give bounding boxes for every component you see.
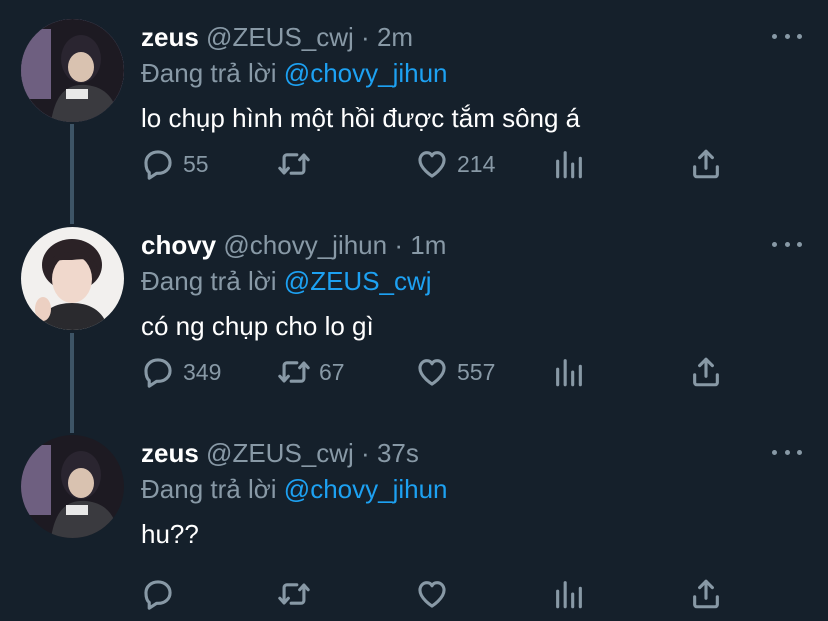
reply-prefix: Đang trả lời	[141, 474, 277, 504]
share-button[interactable]	[689, 144, 723, 184]
separator: ·	[361, 438, 370, 468]
retweet-button[interactable]	[277, 144, 319, 184]
analytics-button[interactable]	[552, 144, 586, 184]
avatar[interactable]	[21, 19, 124, 122]
share-button[interactable]	[689, 352, 723, 392]
more-options-icon[interactable]	[772, 24, 802, 48]
share-icon	[689, 355, 723, 389]
user-handle[interactable]: @ZEUS_cwj	[206, 438, 354, 468]
mention-link[interactable]: @ZEUS_cwj	[284, 266, 432, 296]
action-bar: 349 67 557	[0, 352, 828, 392]
like-icon	[415, 577, 449, 611]
retweet-button[interactable]: 67	[277, 352, 345, 392]
retweet-button[interactable]	[277, 574, 319, 614]
like-button[interactable]	[415, 574, 457, 614]
share-icon	[689, 147, 723, 181]
display-name[interactable]: zeus	[141, 438, 199, 468]
reply-icon	[141, 577, 175, 611]
reply-button[interactable]	[141, 574, 183, 614]
analytics-button[interactable]	[552, 352, 586, 392]
avatar[interactable]	[21, 227, 124, 330]
action-bar	[0, 574, 828, 614]
more-options-icon[interactable]	[772, 440, 802, 464]
reply-button[interactable]: 55	[141, 144, 209, 184]
analytics-icon	[552, 577, 586, 611]
display-name[interactable]: chovy	[141, 230, 216, 260]
retweet-icon	[277, 355, 311, 389]
reply-icon	[141, 355, 175, 389]
analytics-button[interactable]	[552, 574, 586, 614]
reply-context: Đang trả lời @chovy_jihun	[141, 56, 448, 90]
like-button[interactable]: 214	[415, 144, 495, 184]
tweet[interactable]: chovy @chovy_jihun · 1m Đang trả lời @ZE…	[0, 208, 828, 408]
tweet-header: zeus @ZEUS_cwj · 37s	[141, 436, 419, 470]
reply-button[interactable]: 349	[141, 352, 221, 392]
reply-context: Đang trả lời @ZEUS_cwj	[141, 264, 432, 298]
analytics-icon	[552, 147, 586, 181]
mention-link[interactable]: @chovy_jihun	[284, 58, 448, 88]
user-handle[interactable]: @chovy_jihun	[223, 230, 387, 260]
timestamp[interactable]: 2m	[377, 22, 413, 52]
reply-count: 349	[183, 358, 222, 385]
timestamp[interactable]: 1m	[410, 230, 446, 260]
tweet-text: hu??	[141, 519, 199, 549]
display-name[interactable]: zeus	[141, 22, 199, 52]
tweet[interactable]: zeus @ZEUS_cwj · 37s Đang trả lời @chovy…	[0, 416, 828, 616]
reply-prefix: Đang trả lời	[141, 266, 277, 296]
share-button[interactable]	[689, 574, 723, 614]
tweet-header: zeus @ZEUS_cwj · 2m	[141, 20, 413, 54]
timestamp[interactable]: 37s	[377, 438, 419, 468]
share-icon	[689, 577, 723, 611]
retweet-count: 67	[319, 358, 345, 385]
reply-count: 55	[183, 150, 209, 177]
mention-link[interactable]: @chovy_jihun	[284, 474, 448, 504]
retweet-icon	[277, 147, 311, 181]
like-icon	[415, 355, 449, 389]
action-bar: 55 214	[0, 144, 828, 184]
like-button[interactable]: 557	[415, 352, 495, 392]
avatar[interactable]	[21, 435, 124, 538]
user-handle[interactable]: @ZEUS_cwj	[206, 22, 354, 52]
reply-icon	[141, 147, 175, 181]
tweet-header: chovy @chovy_jihun · 1m	[141, 228, 446, 262]
retweet-icon	[277, 577, 311, 611]
tweet[interactable]: zeus @ZEUS_cwj · 2m Đang trả lời @chovy_…	[0, 0, 828, 200]
separator: ·	[361, 22, 370, 52]
more-options-icon[interactable]	[772, 232, 802, 256]
like-count: 557	[457, 358, 496, 385]
tweet-text: có ng chụp cho lo gì	[141, 311, 374, 341]
analytics-icon	[552, 355, 586, 389]
separator: ·	[394, 230, 404, 260]
reply-context: Đang trả lời @chovy_jihun	[141, 472, 448, 506]
like-icon	[415, 147, 449, 181]
tweet-text: lo chụp hình một hồi được tắm sông á	[141, 103, 581, 133]
like-count: 214	[457, 150, 496, 177]
reply-prefix: Đang trả lời	[141, 58, 277, 88]
